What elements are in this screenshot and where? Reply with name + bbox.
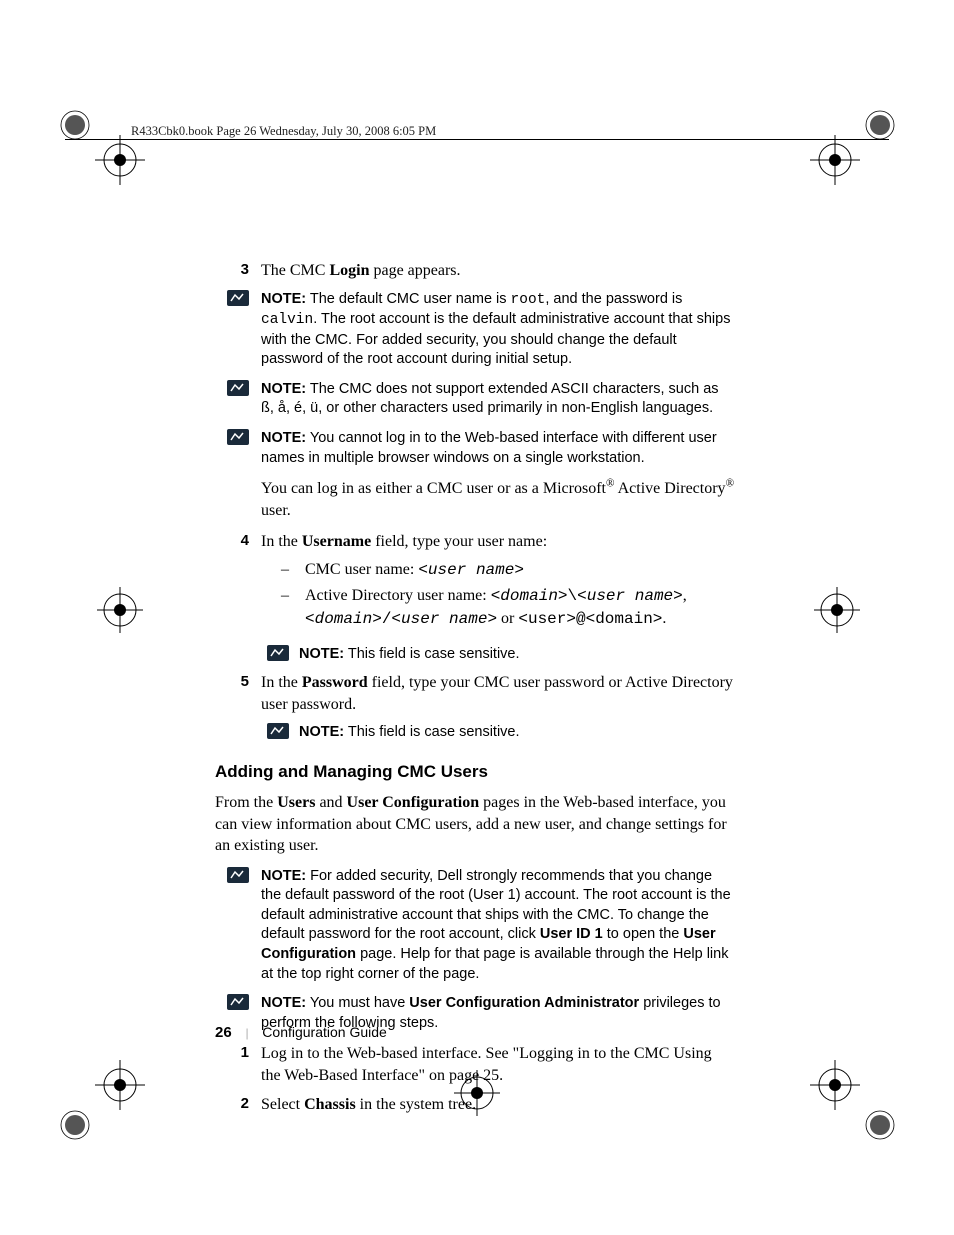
note-ascii: NOTE: The CMC does not support extended … [215,380,735,419]
note-text: NOTE: The default CMC user name is root,… [261,290,735,370]
running-head: R433Cbk0.book Page 26 Wednesday, July 30… [131,123,436,140]
step-text: The CMC Login page appears. [261,260,735,282]
paragraph-users-pages: From the Users and User Configuration pa… [215,792,735,857]
step-5: 5 In the Password field, type your CMC u… [215,672,735,715]
footer-separator: | [246,1024,249,1042]
section-heading-adding-users: Adding and Managing CMC Users [215,761,735,784]
step-number: 4 [215,531,261,636]
paragraph-login-as: You can log in as either a CMC user or a… [261,478,735,521]
crop-ornament-top-right [800,105,900,195]
note-text: NOTE: This field is case sensitive. [299,723,735,743]
step-number: 1 [215,1043,261,1086]
note-icon [215,867,261,984]
crop-ornament-bottom-left [55,1060,155,1150]
crop-ornament-mid-right [812,585,862,635]
step-3: 3 The CMC Login page appears. [215,260,735,282]
step-b1: 1 Log in to the Web-based interface. See… [215,1043,735,1086]
bullet-ad-username: – Active Directory user name: <domain>\<… [281,585,735,630]
page-footer: 26 | Configuration Guide [215,1023,387,1043]
step-number: 5 [215,672,261,715]
step-text: In the Password field, type your CMC use… [261,672,735,715]
note-text: NOTE: For added security, Dell strongly … [261,867,735,984]
note-icon [215,380,261,419]
note-text: NOTE: You cannot log in to the Web-based… [261,429,735,468]
page-number: 26 [215,1023,232,1043]
step-b2: 2 Select Chassis in the system tree. [215,1094,735,1116]
step-text: Log in to the Web-based interface. See "… [261,1043,735,1086]
step-text: In the Username field, type your user na… [261,531,735,636]
note-icon [215,429,261,468]
crop-ornament-top-left [55,105,155,195]
note-text: NOTE: This field is case sensitive. [299,645,735,665]
step-number: 2 [215,1094,261,1116]
step-number: 3 [215,260,261,282]
bullet-cmc-username: – CMC user name: <user name> [281,559,735,582]
step-text: Select Chassis in the system tree. [261,1094,735,1116]
crop-ornament-bottom-right [800,1060,900,1150]
note-default-credentials: NOTE: The default CMC user name is root,… [215,290,735,370]
note-icon [215,290,261,370]
note-case-sensitive-username: NOTE: This field is case sensitive. [261,645,735,665]
document-page: R433Cbk0.book Page 26 Wednesday, July 30… [0,0,954,1235]
crop-ornament-mid-left [95,585,145,635]
note-case-sensitive-password: NOTE: This field is case sensitive. [261,723,735,743]
page-content: 3 The CMC Login page appears. NOTE: The … [215,260,735,1124]
footer-title: Configuration Guide [262,1023,387,1042]
note-change-root-password: NOTE: For added security, Dell strongly … [215,867,735,984]
step-4: 4 In the Username field, type your user … [215,531,735,636]
note-multi-login: NOTE: You cannot log in to the Web-based… [215,429,735,468]
note-icon [261,645,299,665]
note-icon [261,723,299,743]
header-rule [65,139,889,140]
note-text: NOTE: The CMC does not support extended … [261,380,735,419]
